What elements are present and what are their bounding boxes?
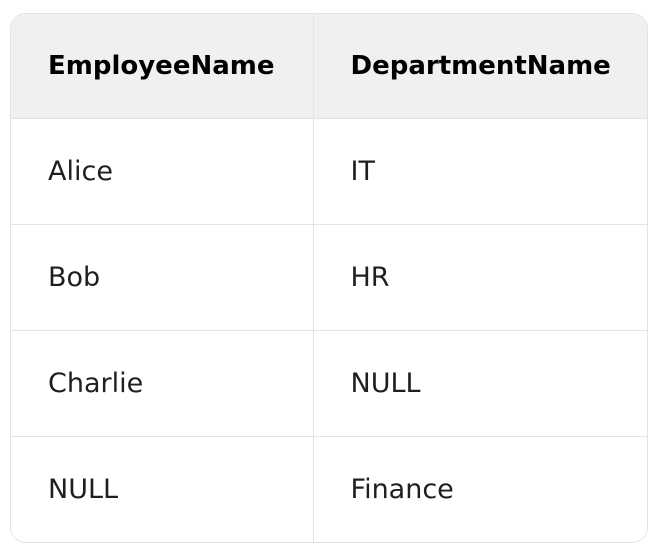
- cell-department-name: Finance: [350, 474, 454, 505]
- cell-employee-name: Bob: [11, 224, 314, 331]
- column-header-employee-name: EmployeeName: [11, 14, 314, 119]
- cell-department-name: IT: [313, 118, 647, 225]
- cell-employee-name: NULL: [11, 436, 314, 542]
- table-header-row: EmployeeName DepartmentName: [11, 14, 647, 119]
- result-table: EmployeeName DepartmentName Alice IT Bob…: [11, 14, 647, 542]
- cell-employee-name: Alice: [11, 118, 314, 225]
- table-row: Charlie NULL: [11, 330, 647, 437]
- cell-department-name: NULL: [313, 330, 647, 437]
- cell-department-name: HR: [313, 224, 647, 331]
- column-header-department-name: DepartmentName: [313, 14, 647, 119]
- cell-employee-name: Charlie: [11, 330, 314, 437]
- table-row: Alice IT: [11, 118, 647, 225]
- table-row: Bob HR: [11, 224, 647, 331]
- table-row: NULL Finance: [11, 436, 647, 542]
- result-table-container: EmployeeName DepartmentName Alice IT Bob…: [10, 13, 648, 543]
